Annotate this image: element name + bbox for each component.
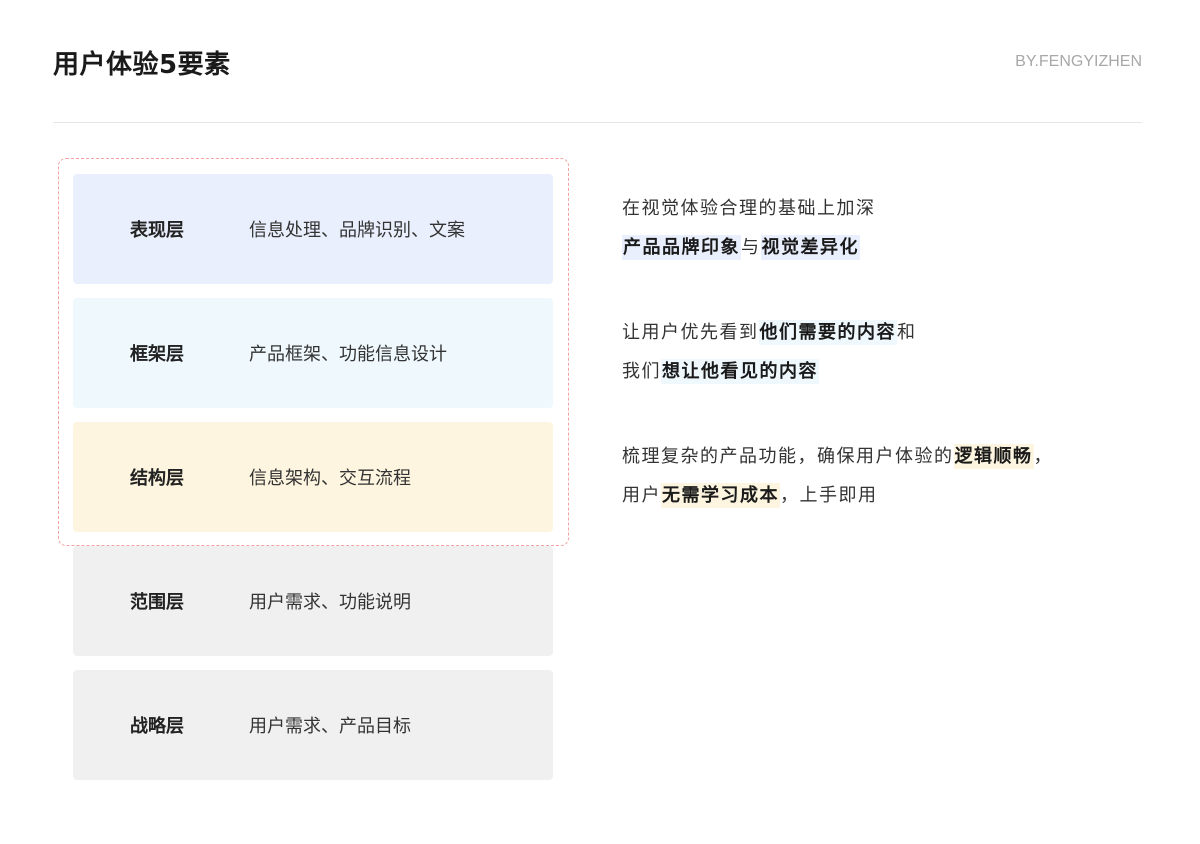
page-title: 用户体验5要素	[53, 50, 231, 80]
note-highlight: 产品品牌印象	[622, 235, 741, 260]
note-line: 用户无需学习成本，上手即用	[622, 476, 1053, 515]
note-line: 产品品牌印象与视觉差异化	[622, 228, 876, 267]
author-credit: BY.FENGYIZHEN	[1015, 53, 1142, 70]
layer-description: 产品框架、功能信息设计	[249, 344, 447, 365]
layer-name: 范围层	[130, 592, 184, 613]
note-presentation: 在视觉体验合理的基础上加深 产品品牌印象与视觉差异化	[622, 189, 876, 267]
note-text: ，上手即用	[780, 485, 878, 506]
note-line: 让用户优先看到他们需要的内容和	[622, 313, 917, 352]
layer-skeleton: 框架层 产品框架、功能信息设计	[73, 298, 553, 408]
note-text: 用户	[622, 485, 661, 506]
layer-name: 框架层	[130, 344, 184, 365]
layer-name: 战略层	[130, 716, 184, 737]
layer-structure: 结构层 信息架构、交互流程	[73, 422, 553, 532]
note-line: 在视觉体验合理的基础上加深	[622, 189, 876, 228]
note-highlight: 视觉差异化	[760, 235, 860, 260]
layer-description: 信息架构、交互流程	[249, 468, 411, 489]
layer-description: 用户需求、产品目标	[249, 716, 411, 737]
header-divider	[53, 122, 1142, 123]
note-line: 梳理复杂的产品功能，确保用户体验的逻辑顺畅，	[622, 437, 1053, 476]
note-text: 与	[741, 237, 761, 258]
note-text: ，	[1033, 446, 1053, 467]
layer-name: 表现层	[130, 220, 184, 241]
note-text: 我们	[622, 361, 661, 382]
note-skeleton: 让用户优先看到他们需要的内容和 我们想让他看见的内容	[622, 313, 917, 391]
note-highlight: 想让他看见的内容	[661, 359, 819, 384]
layer-presentation: 表现层 信息处理、品牌识别、文案	[73, 174, 553, 284]
layer-scope: 范围层 用户需求、功能说明	[73, 546, 553, 656]
note-line: 我们想让他看见的内容	[622, 352, 917, 391]
layer-name: 结构层	[130, 468, 184, 489]
note-text: 让用户优先看到	[622, 322, 759, 343]
note-text: 梳理复杂的产品功能，确保用户体验的	[622, 446, 954, 467]
layer-description: 用户需求、功能说明	[249, 592, 411, 613]
note-highlight: 逻辑顺畅	[953, 444, 1034, 469]
layer-strategy: 战略层 用户需求、产品目标	[73, 670, 553, 780]
note-highlight: 他们需要的内容	[758, 320, 897, 345]
layer-description: 信息处理、品牌识别、文案	[249, 220, 465, 241]
note-structure: 梳理复杂的产品功能，确保用户体验的逻辑顺畅， 用户无需学习成本，上手即用	[622, 437, 1053, 515]
note-text: 在视觉体验合理的基础上加深	[622, 198, 876, 219]
note-highlight: 无需学习成本	[661, 483, 780, 508]
note-text: 和	[897, 322, 917, 343]
